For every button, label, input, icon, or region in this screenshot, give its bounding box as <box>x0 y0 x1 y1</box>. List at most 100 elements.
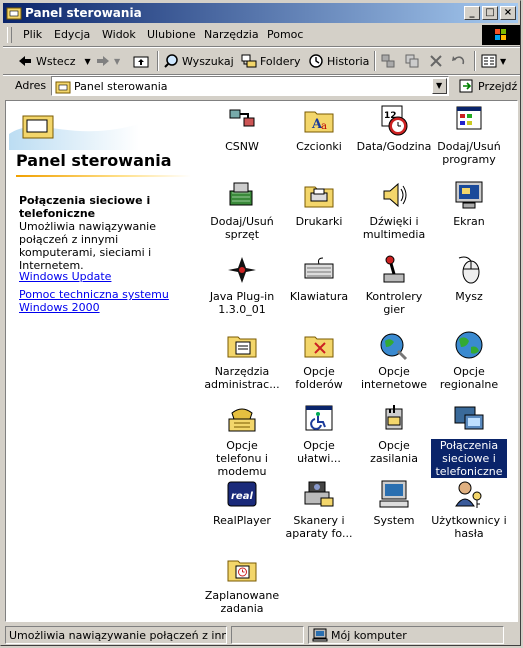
undo-icon <box>452 56 465 65</box>
windows-logo-icon <box>482 25 520 45</box>
control-panel-item[interactable]: Opcje internetowe <box>356 329 432 391</box>
control-panel-item[interactable]: Klawiatura <box>281 254 357 303</box>
address-dropdown-button[interactable]: ▼ <box>432 78 447 94</box>
menu-grip[interactable] <box>7 27 12 43</box>
folders-button[interactable]: Foldery <box>241 50 301 72</box>
history-button[interactable]: Historia <box>308 50 369 72</box>
chevron-down-icon[interactable]: ▼ <box>114 57 120 66</box>
network-client-icon <box>226 104 258 136</box>
page-title: Panel sterowania <box>16 151 172 170</box>
control-panel-item[interactable]: Narzędzia administrac... <box>204 329 280 391</box>
search-label: Wyszukaj <box>182 54 234 68</box>
add-hardware-icon <box>226 179 258 211</box>
support-link[interactable]: Pomoc techniczna systemu Windows 2000 <box>19 288 169 314</box>
control-panel-item[interactable]: Dodaj/Usuń sprzęt <box>204 179 280 241</box>
accessibility-icon <box>303 403 335 435</box>
menu-edycja[interactable]: Edycja <box>54 28 90 41</box>
phone-icon <box>226 403 258 435</box>
back-arrow-icon <box>19 56 31 66</box>
joystick-icon <box>378 254 410 286</box>
windows-update-link[interactable]: Windows Update <box>19 270 169 283</box>
control-panel-item[interactable]: Java Plug-in 1.3.0_01 <box>204 254 280 316</box>
power-icon <box>378 403 410 435</box>
control-panel-item[interactable]: Mysz <box>431 254 507 303</box>
control-panel-item[interactable]: System <box>356 478 432 527</box>
keyboard-icon <box>303 254 335 286</box>
fonts-folder-icon: Aa <box>303 104 335 136</box>
chevron-down-icon[interactable]: ▼ <box>85 57 91 66</box>
control-panel-item[interactable]: Drukarki <box>281 179 357 228</box>
toolbar-separator <box>157 51 159 71</box>
maximize-button[interactable]: □ <box>482 6 498 20</box>
go-button[interactable]: Przejdź <box>459 76 517 96</box>
item-label: Java Plug-in 1.3.0_01 <box>209 290 275 316</box>
control-panel-item[interactable]: 12 Data/Godzina <box>356 104 432 153</box>
control-panel-item[interactable]: Kontrolery gier <box>356 254 432 316</box>
menu-widok[interactable]: Widok <box>102 28 136 41</box>
menu-ulubione[interactable]: Ulubione <box>147 28 196 41</box>
close-button[interactable]: × <box>500 6 516 20</box>
address-input[interactable]: Panel sterowania ▼ <box>51 76 449 96</box>
control-panel-item[interactable]: Opcje regionalne <box>431 329 507 391</box>
item-label: Połączenia sieciowe i telefoniczne <box>431 439 507 478</box>
control-panel-item[interactable]: Ekran <box>431 179 507 228</box>
move-to-button[interactable] <box>380 50 396 72</box>
item-label: Mysz <box>455 290 483 303</box>
chevron-down-icon[interactable]: ▼ <box>500 57 506 66</box>
delete-button[interactable] <box>428 50 444 72</box>
search-icon <box>164 54 178 68</box>
description-title: Połączenia sieciowe i telefoniczne <box>19 194 151 220</box>
mouse-icon <box>453 254 485 286</box>
item-label: Czcionki <box>296 140 342 153</box>
control-panel-banner-icon <box>9 115 139 150</box>
control-panel-item[interactable]: Opcje folderów <box>281 329 357 391</box>
control-panel-item[interactable]: Zaplanowane zadania <box>204 553 280 615</box>
control-panel-item[interactable]: Opcje zasilania <box>356 403 432 465</box>
control-panel-item[interactable]: Dźwięki i multimedia <box>356 179 432 241</box>
control-panel-item[interactable]: Opcje ułatwi... <box>281 403 357 465</box>
status-zone: Mój komputer <box>308 626 504 644</box>
description-text: Umożliwia nawiązywanie połączeń z innymi… <box>19 220 156 272</box>
control-panel-item[interactable]: CSNW <box>204 104 280 153</box>
control-panel-item[interactable]: Dodaj/Usuń programy <box>431 104 507 166</box>
minimize-button[interactable]: _ <box>464 6 480 20</box>
control-panel-item[interactable]: Skanery i aparaty fo... <box>281 478 357 540</box>
copy-to-button[interactable] <box>404 50 420 72</box>
add-remove-programs-icon <box>453 104 485 136</box>
item-label: Narzędzia administrac... <box>204 365 280 391</box>
menu-pomoc[interactable]: Pomoc <box>267 28 303 41</box>
up-button[interactable] <box>133 50 149 72</box>
zone-label: Mój komputer <box>331 629 407 642</box>
control-panel-icon[interactable] <box>6 5 22 21</box>
item-label: Opcje ułatwi... <box>297 439 341 465</box>
globe-icon <box>453 329 485 361</box>
menu-plik[interactable]: Plik <box>23 28 42 41</box>
computer-icon <box>378 478 410 510</box>
toolbar-separator <box>474 51 476 71</box>
address-value: Panel sterowania <box>74 80 168 93</box>
control-panel-item[interactable]: Opcje telefonu i modemu <box>204 403 280 478</box>
java-icon <box>226 254 258 286</box>
search-button[interactable]: Wyszukaj <box>163 50 234 72</box>
item-label: Dźwięki i multimedia <box>362 215 426 241</box>
menu-bar: Plik Edycja Widok Ulubione Narzędzia Pom… <box>3 25 520 45</box>
back-button[interactable]: Wstecz ▼ <box>17 50 91 72</box>
status-text: Umożliwia nawiązywanie połączeń z innymi… <box>5 626 227 644</box>
forward-button[interactable]: ▼ <box>95 50 120 72</box>
control-panel-item[interactable]: Aa Czcionki <box>281 104 357 153</box>
views-button[interactable]: ▼ <box>481 50 506 72</box>
forward-arrow-icon <box>97 56 109 66</box>
move-to-icon <box>381 54 395 68</box>
control-panel-item[interactable]: Użytkownicy i hasła <box>431 478 507 540</box>
scanner-camera-icon <box>303 478 335 510</box>
menu-narzedzia[interactable]: Narzędzia <box>204 28 259 41</box>
undo-button[interactable] <box>451 50 467 72</box>
folders-icon <box>241 54 257 68</box>
title-bar[interactable]: Panel sterowania _ □ × <box>3 3 518 23</box>
go-label: Przejdź <box>478 79 518 93</box>
title-underline <box>16 175 191 177</box>
control-panel-item[interactable]: Połączenia sieciowe i telefoniczne <box>431 403 507 478</box>
my-computer-icon <box>312 628 328 642</box>
item-label: Opcje internetowe <box>361 365 427 391</box>
control-panel-item[interactable]: real RealPlayer <box>204 478 280 527</box>
